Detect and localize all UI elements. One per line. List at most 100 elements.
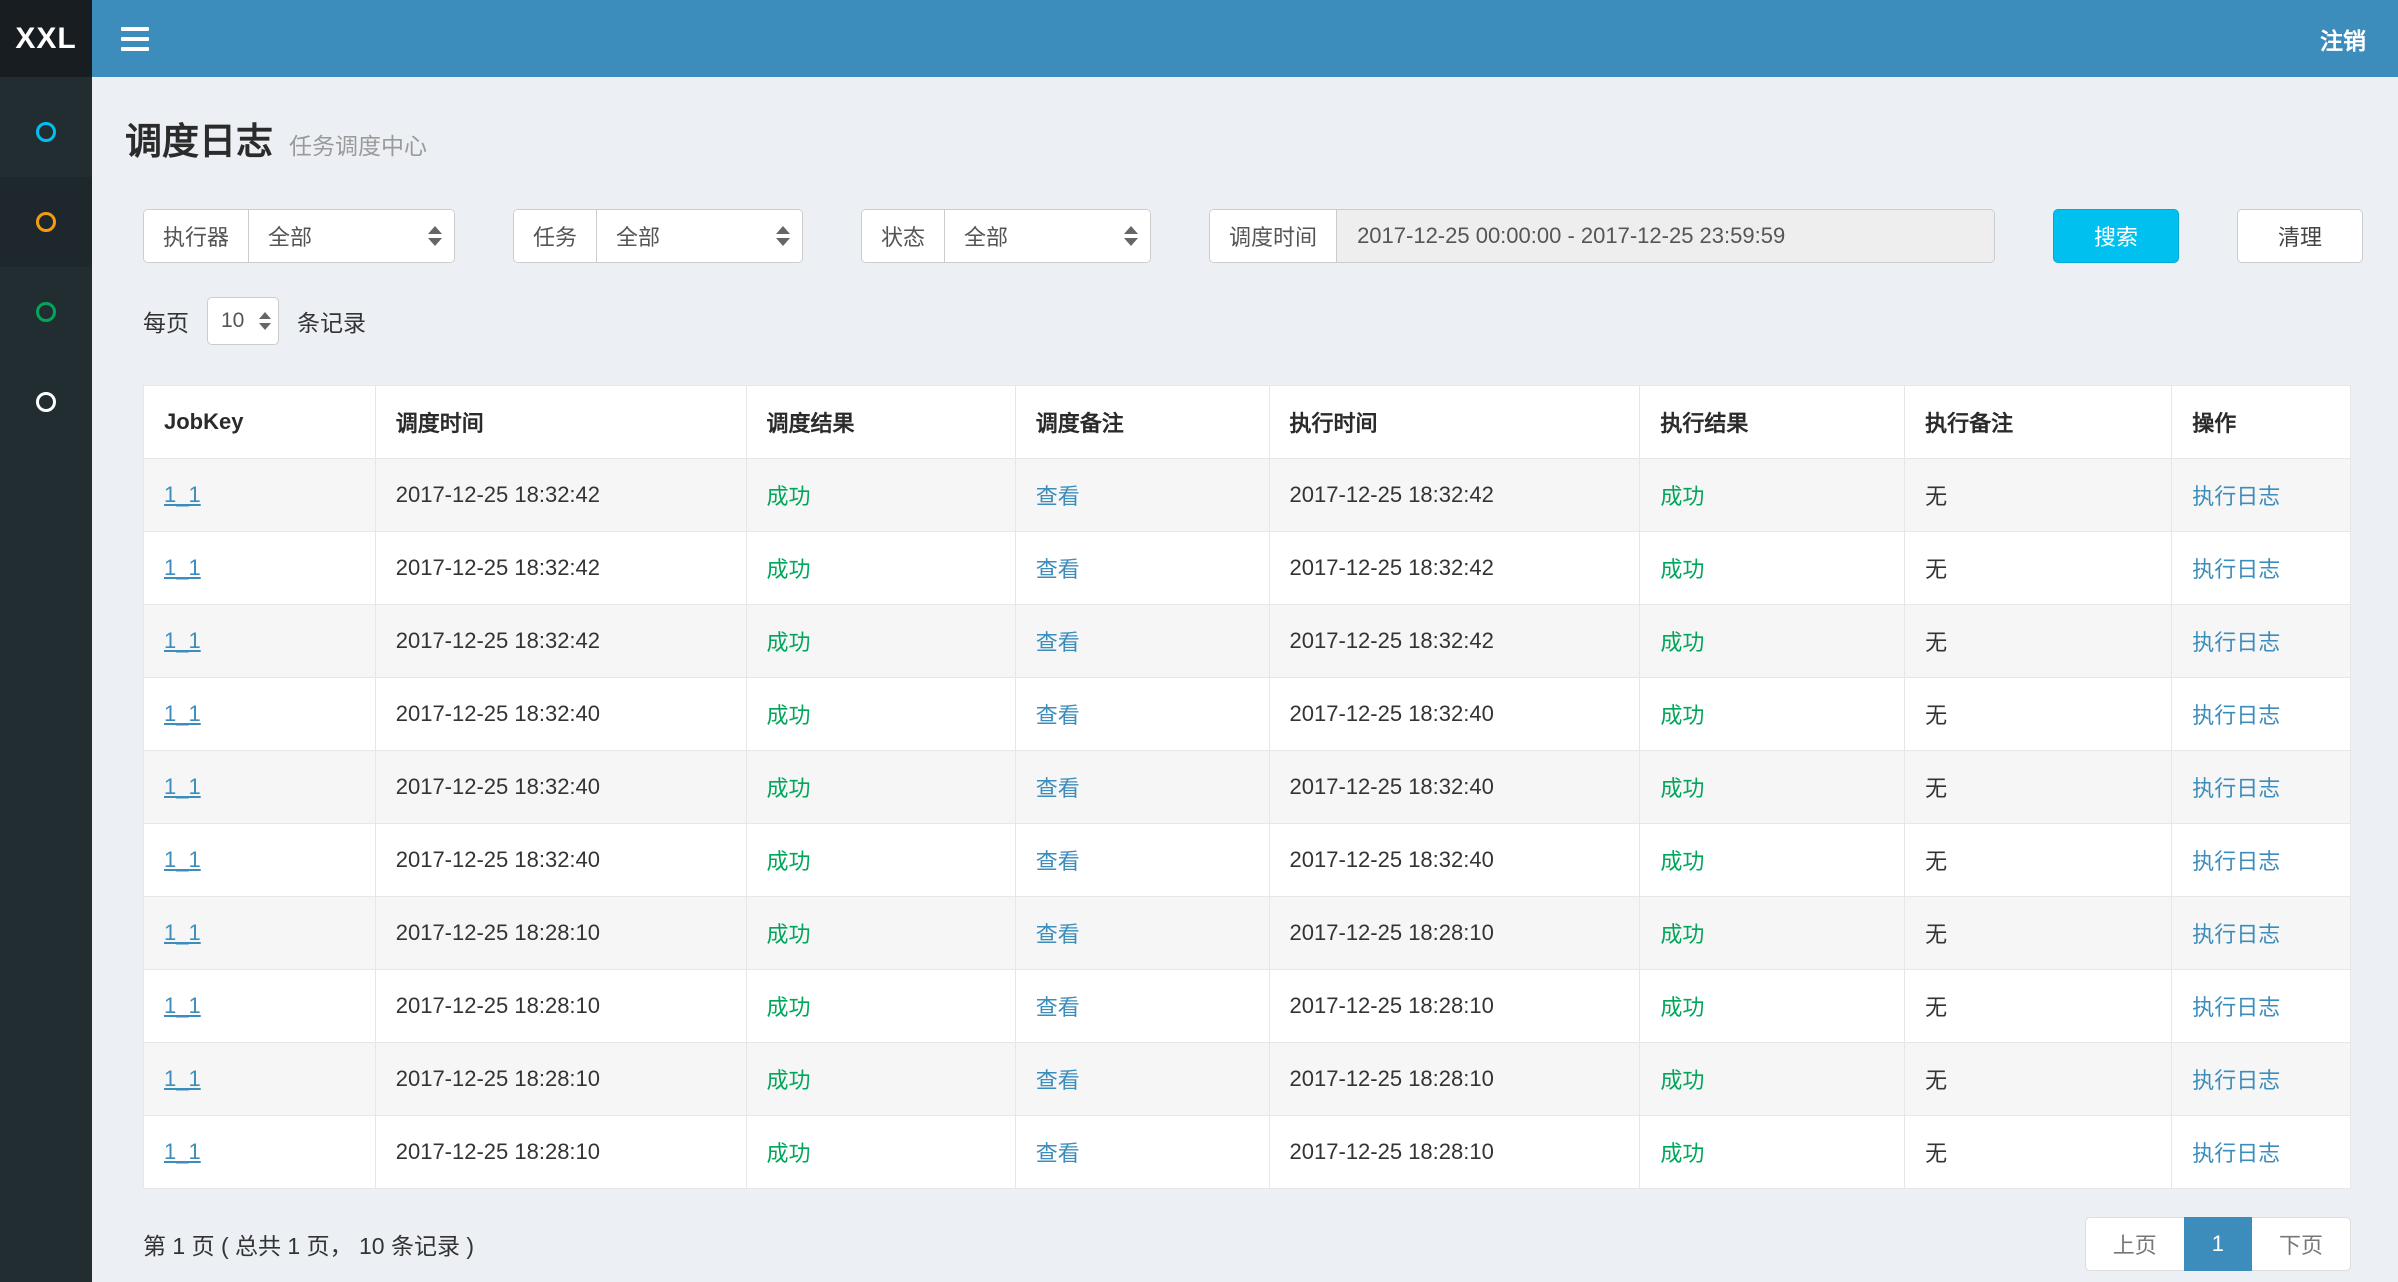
select-arrows-icon <box>259 312 271 330</box>
jobkey-link[interactable]: 1_1 <box>164 774 201 799</box>
select-arrows-icon <box>1124 226 1138 246</box>
table-cell: 2017-12-25 18:32:42 <box>1269 532 1640 605</box>
table-cell: 无 <box>1905 678 2172 751</box>
current-page-button[interactable]: 1 <box>2184 1217 2252 1271</box>
jobkey-link[interactable]: 1_1 <box>164 920 201 945</box>
handle-result-text: 成功 <box>1660 703 1704 728</box>
handle-time-text: 2017-12-25 18:32:40 <box>1290 847 1494 872</box>
handle-time-text: 2017-12-25 18:32:42 <box>1290 628 1494 653</box>
trigger-msg-link[interactable]: 查看 <box>1036 703 1080 728</box>
exec-log-link[interactable]: 执行日志 <box>2192 922 2280 947</box>
table-cell: 成功 <box>1640 532 1905 605</box>
table-cell: 成功 <box>746 751 1015 824</box>
exec-log-link[interactable]: 执行日志 <box>2192 703 2280 728</box>
table-cell: 成功 <box>1640 751 1905 824</box>
table-cell: 2017-12-25 18:32:40 <box>1269 824 1640 897</box>
jobkey-link[interactable]: 1_1 <box>164 993 201 1018</box>
exec-log-link[interactable]: 执行日志 <box>2192 995 2280 1020</box>
column-header[interactable]: 执行结果 <box>1640 386 1905 459</box>
table-row: 1_12017-12-25 18:28:10成功查看2017-12-25 18:… <box>144 897 2351 970</box>
jobkey-link[interactable]: 1_1 <box>164 701 201 726</box>
app-logo[interactable]: XXL <box>0 0 92 77</box>
search-button[interactable]: 搜索 <box>2053 209 2179 263</box>
column-header[interactable]: 操作 <box>2172 386 2351 459</box>
trigger-time-text: 2017-12-25 18:28:10 <box>396 1066 600 1091</box>
table-cell: 成功 <box>746 532 1015 605</box>
trigger-msg-link[interactable]: 查看 <box>1036 995 1080 1020</box>
column-header[interactable]: 执行备注 <box>1905 386 2172 459</box>
circle-icon <box>36 122 56 142</box>
executor-select[interactable]: 全部 <box>249 210 454 262</box>
table-cell: 查看 <box>1015 897 1269 970</box>
trigger-result-text: 成功 <box>767 703 811 728</box>
trigger-msg-link[interactable]: 查看 <box>1036 922 1080 947</box>
handle-msg-text: 无 <box>1925 995 1947 1020</box>
trigger-msg-link[interactable]: 查看 <box>1036 849 1080 874</box>
table-cell: 成功 <box>746 605 1015 678</box>
circle-icon <box>36 392 56 412</box>
page-size-select[interactable]: 10 <box>207 297 279 345</box>
jobkey-link[interactable]: 1_1 <box>164 482 201 507</box>
page-size-value: 10 <box>221 309 244 333</box>
column-header[interactable]: 执行时间 <box>1269 386 1640 459</box>
column-header[interactable]: 调度备注 <box>1015 386 1269 459</box>
sidebar-item-4[interactable] <box>0 357 92 447</box>
sidebar-item-3[interactable] <box>0 267 92 357</box>
next-page-button[interactable]: 下页 <box>2251 1217 2351 1271</box>
select-arrows-icon <box>776 226 790 246</box>
table-cell: 2017-12-25 18:32:42 <box>375 459 746 532</box>
exec-log-link[interactable]: 执行日志 <box>2192 776 2280 801</box>
job-filter-label: 任务 <box>514 210 597 262</box>
exec-log-link[interactable]: 执行日志 <box>2192 1141 2280 1166</box>
page-subtitle: 任务调度中心 <box>289 127 427 161</box>
jobkey-link[interactable]: 1_1 <box>164 628 201 653</box>
trigger-msg-link[interactable]: 查看 <box>1036 557 1080 582</box>
main-content: 调度日志 任务调度中心 执行器 全部 任务 全部 状态 <box>92 77 2398 1282</box>
trigger-msg-link[interactable]: 查看 <box>1036 484 1080 509</box>
sidebar-toggle-button[interactable] <box>92 0 178 77</box>
trigger-msg-link[interactable]: 查看 <box>1036 1068 1080 1093</box>
column-header[interactable]: 调度时间 <box>375 386 746 459</box>
table-row: 1_12017-12-25 18:32:42成功查看2017-12-25 18:… <box>144 532 2351 605</box>
trigger-time-range-input[interactable] <box>1337 210 1994 262</box>
column-header[interactable]: JobKey <box>144 386 376 459</box>
table-cell: 成功 <box>1640 1116 1905 1189</box>
executor-select-value: 全部 <box>268 220 312 252</box>
jobkey-link[interactable]: 1_1 <box>164 1066 201 1091</box>
trigger-msg-link[interactable]: 查看 <box>1036 776 1080 801</box>
table-cell: 无 <box>1905 1043 2172 1116</box>
table-cell: 无 <box>1905 751 2172 824</box>
column-header[interactable]: 调度结果 <box>746 386 1015 459</box>
clear-button[interactable]: 清理 <box>2237 209 2363 263</box>
table-cell: 2017-12-25 18:28:10 <box>1269 897 1640 970</box>
job-select[interactable]: 全部 <box>597 210 802 262</box>
table-cell: 执行日志 <box>2172 897 2351 970</box>
trigger-msg-link[interactable]: 查看 <box>1036 1141 1080 1166</box>
table-cell: 执行日志 <box>2172 532 2351 605</box>
jobkey-link[interactable]: 1_1 <box>164 555 201 580</box>
exec-log-link[interactable]: 执行日志 <box>2192 630 2280 655</box>
page-title: 调度日志 任务调度中心 <box>125 111 2351 165</box>
handle-result-text: 成功 <box>1660 922 1704 947</box>
sidebar-item-2[interactable] <box>0 177 92 267</box>
table-cell: 2017-12-25 18:28:10 <box>1269 970 1640 1043</box>
logout-link[interactable]: 注销 <box>2320 22 2366 56</box>
table-cell: 1_1 <box>144 897 376 970</box>
table-cell: 无 <box>1905 970 2172 1043</box>
sidebar-item-1[interactable] <box>0 87 92 177</box>
exec-log-link[interactable]: 执行日志 <box>2192 557 2280 582</box>
exec-log-link[interactable]: 执行日志 <box>2192 484 2280 509</box>
prev-page-button[interactable]: 上页 <box>2085 1217 2185 1271</box>
exec-log-link[interactable]: 执行日志 <box>2192 1068 2280 1093</box>
exec-log-link[interactable]: 执行日志 <box>2192 849 2280 874</box>
status-select[interactable]: 全部 <box>945 210 1150 262</box>
table-cell: 查看 <box>1015 970 1269 1043</box>
jobkey-link[interactable]: 1_1 <box>164 1139 201 1164</box>
xxl-job-admin: XXL 注销 调度日志 任务调度中心 执行器 全部 <box>0 0 2398 1282</box>
table-cell: 成功 <box>1640 459 1905 532</box>
table-cell: 执行日志 <box>2172 824 2351 897</box>
table-cell: 无 <box>1905 1116 2172 1189</box>
trigger-msg-link[interactable]: 查看 <box>1036 630 1080 655</box>
table-row: 1_12017-12-25 18:32:42成功查看2017-12-25 18:… <box>144 459 2351 532</box>
jobkey-link[interactable]: 1_1 <box>164 847 201 872</box>
